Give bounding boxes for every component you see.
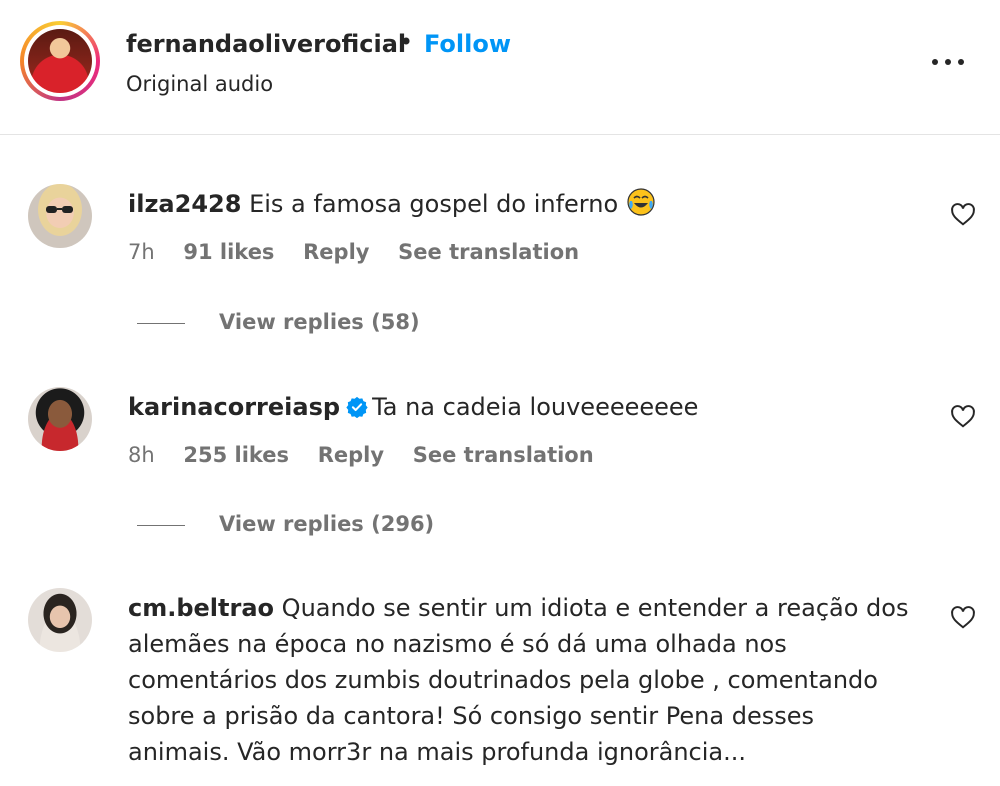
separator-dot: • [399, 28, 414, 56]
comment-time[interactable]: 7h [128, 240, 155, 264]
reply-button[interactable]: Reply [318, 443, 384, 467]
follow-button[interactable]: Follow [424, 30, 511, 58]
comment-meta: 8h 255 likes Reply See translation [128, 443, 616, 467]
sunglasses-icon [46, 206, 73, 213]
post-author-username[interactable]: fernandaoliveroficial [126, 30, 406, 58]
see-translation-button[interactable]: See translation [413, 443, 594, 467]
comment-body: cm.beltrao Quando se sentir um idiota e … [128, 590, 918, 770]
audio-label[interactable]: Original audio [126, 72, 273, 96]
heart-icon[interactable] [950, 404, 976, 430]
comment-meta: 7h 91 likes Reply See translation [128, 240, 601, 264]
comment-likes[interactable]: 91 likes [183, 240, 274, 264]
view-replies-label: View replies (58) [219, 310, 420, 334]
view-replies-label: View replies (296) [219, 512, 435, 536]
heart-icon[interactable] [950, 605, 976, 631]
verified-badge-icon [346, 396, 368, 418]
commenter-username[interactable]: karinacorreiasp [128, 393, 340, 421]
tears-of-joy-emoji-icon [627, 188, 655, 216]
commenter-username[interactable]: ilza2428 [128, 190, 241, 218]
view-replies-button[interactable]: View replies (58) [137, 310, 420, 334]
story-ring-avatar[interactable] [20, 21, 100, 101]
see-translation-button[interactable]: See translation [398, 240, 579, 264]
more-horizontal-icon[interactable] [928, 50, 968, 74]
replies-divider-line [137, 322, 185, 324]
avatar [28, 29, 92, 93]
commenter-avatar[interactable] [28, 387, 92, 451]
comment-text: Ta na cadeia louveeeeeeee [372, 393, 699, 421]
comment-body: ilza2428 Eis a famosa gospel do inferno [128, 186, 928, 222]
commenter-avatar[interactable] [28, 184, 92, 248]
replies-divider-line [137, 524, 185, 526]
comment-body: karinacorreiasp Ta na cadeia louveeeeeee… [128, 389, 928, 425]
comment-text: Eis a famosa gospel do inferno [249, 190, 619, 218]
comment-likes[interactable]: 255 likes [183, 443, 289, 467]
commenter-username[interactable]: cm.beltrao [128, 594, 274, 622]
comment-time[interactable]: 8h [128, 443, 155, 467]
reply-button[interactable]: Reply [303, 240, 369, 264]
commenter-avatar[interactable] [28, 588, 92, 652]
post-header: fernandaoliveroficial • Follow Original … [0, 0, 1000, 135]
heart-icon[interactable] [950, 202, 976, 228]
view-replies-button[interactable]: View replies (296) [137, 512, 434, 536]
